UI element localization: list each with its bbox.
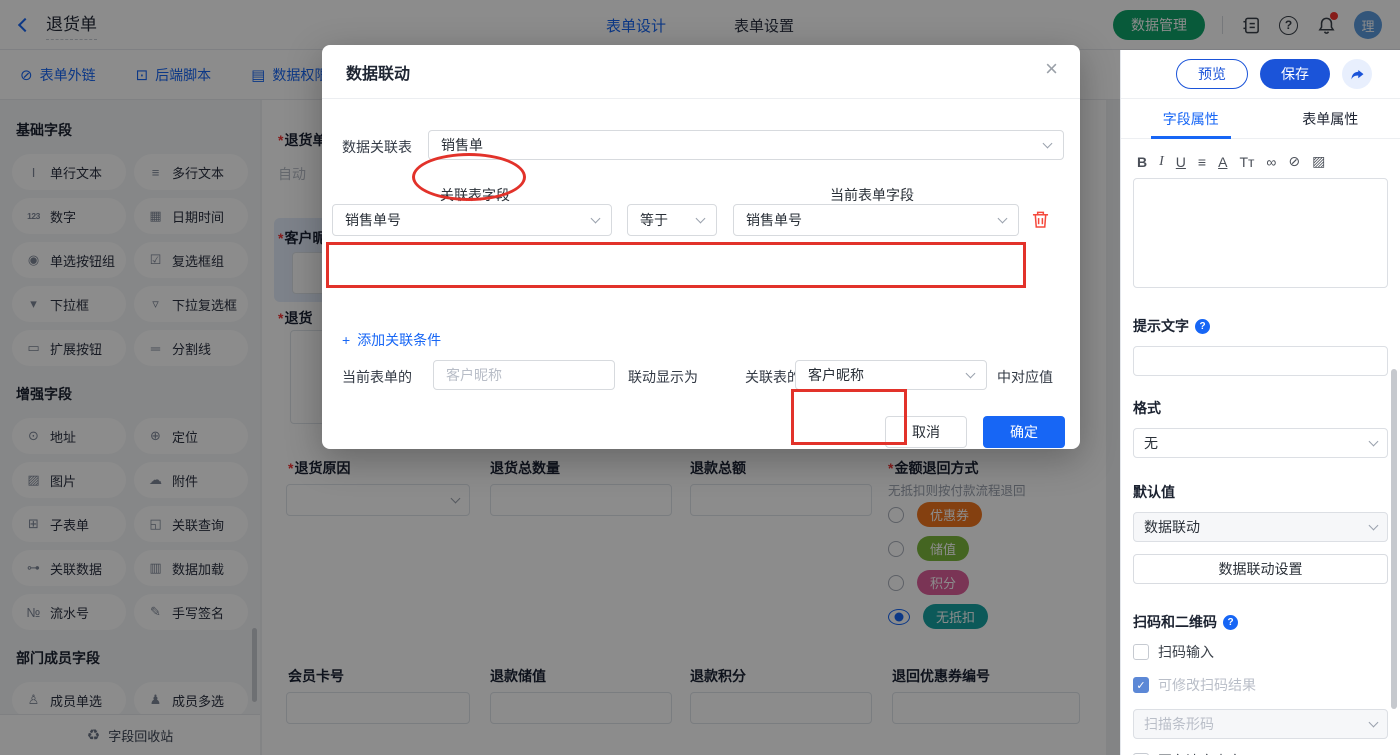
form-designer-app: 退货单 表单设计 表单设置 数据管理 ? 理 ⊘ 表单外链 ⊡ 后端脚本 ▤ 数… bbox=[0, 0, 1400, 755]
add-condition-link[interactable]: + 添加关联条件 bbox=[342, 330, 441, 350]
scan-input-checkbox-row[interactable]: 扫码输入 bbox=[1133, 642, 1388, 662]
data-linkage-modal: 数据联动 × 数据关联表 销售单 关联表字段 当前表单字段 销售单号 等于 销售… bbox=[322, 45, 1080, 449]
align-icon[interactable]: ≡ bbox=[1198, 154, 1206, 170]
format-label: 格式 bbox=[1133, 400, 1161, 416]
linked-table-prefix-label: 关联表的 bbox=[745, 369, 801, 385]
share-arrow-icon bbox=[1351, 69, 1363, 79]
default-value-select[interactable]: 数据联动 bbox=[1133, 512, 1388, 542]
hint-text-label: 提示文字 ? bbox=[1133, 316, 1388, 336]
cancel-button[interactable]: 取消 bbox=[885, 416, 967, 448]
linked-table-select[interactable]: 销售单 bbox=[428, 130, 1064, 160]
font-size-icon[interactable]: Tᴛ bbox=[1239, 154, 1254, 170]
insert-image-icon[interactable]: ▨ bbox=[1312, 153, 1325, 170]
close-icon[interactable]: × bbox=[1045, 58, 1058, 80]
chevron-down-icon bbox=[1368, 520, 1379, 530]
linkage-display-label: 联动显示为 bbox=[628, 369, 698, 385]
column-header-current-field: 当前表单字段 bbox=[830, 187, 914, 203]
linked-display-field-select[interactable]: 客户昵称 bbox=[795, 360, 987, 390]
field-title-richtext-editor[interactable] bbox=[1133, 178, 1388, 288]
display-field-input[interactable] bbox=[433, 360, 615, 390]
chevron-down-icon bbox=[1368, 436, 1379, 446]
bold-icon[interactable]: B bbox=[1137, 154, 1147, 170]
chevron-down-icon bbox=[695, 213, 706, 223]
tab-field-properties[interactable]: 字段属性 bbox=[1121, 99, 1261, 138]
insert-link-icon[interactable]: ∞ bbox=[1266, 154, 1276, 170]
chevron-down-icon bbox=[1368, 717, 1379, 727]
scan-qr-label: 扫码和二维码 ? bbox=[1133, 612, 1388, 632]
help-icon[interactable]: ? bbox=[1223, 614, 1238, 630]
checkbox-unchecked-icon[interactable] bbox=[1133, 644, 1149, 660]
tab-form-properties[interactable]: 表单属性 bbox=[1261, 99, 1400, 138]
remove-link-icon[interactable]: ⊘ bbox=[1288, 153, 1300, 170]
column-header-linked-field: 关联表字段 bbox=[440, 187, 510, 203]
font-color-icon[interactable]: A bbox=[1218, 154, 1227, 170]
properties-panel: 预览 保存 字段属性 表单属性 B I U ≡ A Tᴛ ∞ ⊘ ▨ 提示文字 … bbox=[1120, 50, 1400, 755]
share-button[interactable] bbox=[1342, 59, 1372, 89]
chevron-down-icon bbox=[1042, 138, 1053, 148]
chevron-down-icon bbox=[997, 213, 1008, 223]
condition-operator-select[interactable]: 等于 bbox=[627, 204, 717, 236]
enter-clear-checkbox-row[interactable]: 回车清空内容 bbox=[1133, 751, 1388, 755]
delete-condition-trash-icon[interactable] bbox=[1032, 210, 1049, 232]
chevron-down-icon bbox=[590, 213, 601, 223]
chevron-down-icon bbox=[965, 368, 976, 378]
scan-mode-select[interactable]: 扫描条形码 bbox=[1133, 709, 1388, 739]
richtext-toolbar: B I U ≡ A Tᴛ ∞ ⊘ ▨ bbox=[1133, 149, 1388, 178]
scan-editable-checkbox-row[interactable]: ✓ 可修改扫码结果 bbox=[1133, 675, 1388, 695]
hint-text-input[interactable] bbox=[1133, 346, 1388, 376]
help-icon[interactable]: ? bbox=[1195, 318, 1210, 334]
condition-linked-field-select[interactable]: 销售单号 bbox=[332, 204, 612, 236]
underline-icon[interactable]: U bbox=[1176, 154, 1186, 170]
current-form-prefix-label: 当前表单的 bbox=[342, 369, 412, 385]
format-select[interactable]: 无 bbox=[1133, 428, 1388, 458]
condition-current-field-select[interactable]: 销售单号 bbox=[733, 204, 1019, 236]
plus-icon: + bbox=[342, 332, 351, 348]
italic-icon[interactable]: I bbox=[1159, 154, 1164, 170]
confirm-button[interactable]: 确定 bbox=[983, 416, 1065, 448]
save-button[interactable]: 保存 bbox=[1260, 59, 1330, 89]
data-linkage-settings-button[interactable]: 数据联动设置 bbox=[1133, 554, 1388, 584]
modal-overlay bbox=[0, 0, 1400, 50]
modal-title: 数据联动 bbox=[346, 65, 411, 83]
corresponding-value-label: 中对应值 bbox=[997, 369, 1053, 385]
default-value-label: 默认值 bbox=[1133, 484, 1175, 500]
preview-button[interactable]: 预览 bbox=[1176, 59, 1248, 89]
checkbox-checked-icon[interactable]: ✓ bbox=[1133, 677, 1149, 693]
linked-table-label: 数据关联表 bbox=[342, 139, 412, 155]
panel-scrollbar[interactable] bbox=[1391, 369, 1397, 709]
